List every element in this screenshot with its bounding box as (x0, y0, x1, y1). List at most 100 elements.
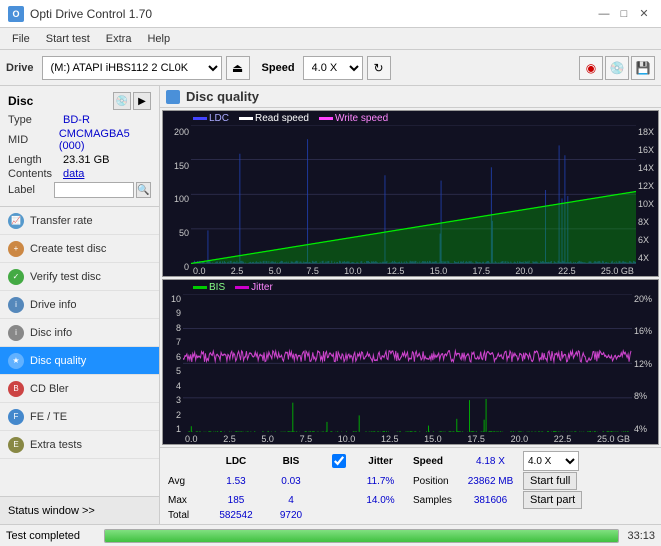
eject-button[interactable]: ⏏ (226, 56, 250, 80)
max-bis: 4 (266, 495, 316, 506)
disc-panel-title: Disc (8, 94, 33, 108)
bottom-chart-y-left: 10 9 8 7 6 5 4 3 2 1 (163, 280, 183, 445)
bottom-chart-y-right: 20% 16% 12% 8% 4% (632, 280, 658, 445)
disc-info-icon: i (8, 325, 24, 341)
status-window[interactable]: Status window >> (0, 496, 159, 524)
titlebar-left: O Opti Drive Control 1.70 (8, 6, 152, 22)
menu-start-test[interactable]: Start test (38, 31, 98, 47)
avg-ldc: 1.53 (206, 476, 266, 487)
mid-label: MID (8, 134, 59, 146)
status-text: Test completed (6, 530, 96, 542)
top-chart-x-axis: 0.0 2.5 5.0 7.5 10.0 12.5 15.0 17.5 20.0… (191, 266, 636, 276)
speed-col-header: Speed (413, 456, 458, 467)
bis-col-header: BIS (266, 456, 316, 467)
samples-val: 381606 (458, 495, 523, 506)
stats-total-row: Total 582542 9720 (168, 510, 653, 521)
content-area: Disc quality LDC Read speed (160, 86, 661, 524)
avg-jitter: 11.7% (348, 476, 413, 487)
minimize-button[interactable]: — (595, 5, 613, 23)
stats-max-row: Max 185 4 14.0% Samples 381606 Start par… (168, 491, 653, 509)
disc-quality-icon: ★ (8, 353, 24, 369)
bottom-chart: BIS Jitter 10 9 8 7 6 5 4 3 (162, 279, 659, 446)
label-button[interactable]: 🔍 (136, 182, 151, 198)
sidebar-item-disc-quality[interactable]: ★ Disc quality (0, 347, 159, 375)
speed-col-val: 4.18 X (458, 456, 523, 467)
refresh-button[interactable]: ↻ (367, 56, 391, 80)
progress-bar-container (104, 529, 619, 543)
max-label: Max (168, 495, 206, 506)
speed-select[interactable]: 4.0 X 8.0 X (303, 56, 363, 80)
drive-label: Drive (6, 62, 34, 74)
read-speed-legend-label: Read speed (255, 113, 309, 124)
bottom-bar: Test completed 33:13 (0, 524, 661, 546)
bottom-chart-x-axis: 0.0 2.5 5.0 7.5 10.0 12.5 15.0 17.5 20.0… (183, 434, 632, 444)
app-title: Opti Drive Control 1.70 (30, 7, 152, 21)
sidebar-item-fe-te[interactable]: F FE / TE (0, 403, 159, 431)
chart-header-icon (166, 90, 180, 104)
disc-info-label: Disc info (30, 327, 72, 339)
save-button[interactable]: 💾 (631, 56, 655, 80)
extra-tests-icon: E (8, 437, 24, 453)
cd-bler-icon: B (8, 381, 24, 397)
start-part-button[interactable]: Start part (523, 491, 582, 509)
top-chart: LDC Read speed Write speed 200 150 (162, 110, 659, 277)
jitter-legend-label: Jitter (251, 282, 273, 293)
sidebar-item-disc-info[interactable]: i Disc info (0, 319, 159, 347)
avg-label: Avg (168, 476, 206, 487)
transfer-rate-label: Transfer rate (30, 215, 93, 227)
avg-bis: 0.03 (266, 476, 316, 487)
chart-header: Disc quality (160, 86, 661, 108)
sidebar: Disc 💿 ▶ Type BD-R MID CMCMAGBA5 (000) L… (0, 86, 160, 524)
position-label: Position (413, 476, 458, 487)
top-chart-y-right: 18X 16X 14X 12X 10X 8X 6X 4X (636, 111, 658, 276)
mid-value: CMCMAGBA5 (000) (59, 128, 151, 152)
maximize-button[interactable]: □ (615, 5, 633, 23)
disc-button[interactable]: 💿 (605, 56, 629, 80)
length-label: Length (8, 154, 63, 166)
max-jitter: 14.0% (348, 495, 413, 506)
jitter-checkbox[interactable] (332, 454, 346, 468)
write-speed-legend-label: Write speed (335, 113, 388, 124)
length-value: 23.31 GB (63, 154, 109, 166)
verify-icon: ✓ (8, 269, 24, 285)
titlebar: O Opti Drive Control 1.70 — □ ✕ (0, 0, 661, 28)
create-test-icon: + (8, 241, 24, 257)
disc-panel: Disc 💿 ▶ Type BD-R MID CMCMAGBA5 (000) L… (0, 86, 159, 207)
sidebar-item-verify-test-disc[interactable]: ✓ Verify test disc (0, 263, 159, 291)
label-input[interactable] (54, 182, 134, 198)
verify-label: Verify test disc (30, 271, 101, 283)
app-icon: O (8, 6, 24, 22)
sidebar-item-create-test-disc[interactable]: + Create test disc (0, 235, 159, 263)
menu-file[interactable]: File (4, 31, 38, 47)
speed-mode-select[interactable]: 4.0 X (523, 451, 579, 471)
progress-bar-fill (105, 530, 618, 542)
samples-label: Samples (413, 495, 458, 506)
type-label: Type (8, 114, 63, 126)
disc-icon-btn1[interactable]: 💿 (113, 92, 131, 110)
chart-title: Disc quality (186, 89, 259, 104)
menu-help[interactable]: Help (139, 31, 178, 47)
sidebar-item-transfer-rate[interactable]: 📈 Transfer rate (0, 207, 159, 235)
extra-tests-label: Extra tests (30, 439, 82, 451)
bottom-chart-svg (183, 294, 632, 433)
fe-te-icon: F (8, 409, 24, 425)
sidebar-item-drive-info[interactable]: i Drive info (0, 291, 159, 319)
disc-quality-label: Disc quality (30, 355, 86, 367)
close-button[interactable]: ✕ (635, 5, 653, 23)
drive-select[interactable]: (M:) ATAPI iHBS112 2 CL0K (42, 56, 222, 80)
contents-value[interactable]: data (63, 168, 84, 180)
start-full-button[interactable]: Start full (523, 472, 577, 490)
max-ldc: 185 (206, 495, 266, 506)
stats-panel: LDC BIS Jitter Speed 4.18 X 4.0 X Avg 1.… (160, 447, 661, 524)
sidebar-item-extra-tests[interactable]: E Extra tests (0, 431, 159, 459)
color-button[interactable]: ◉ (579, 56, 603, 80)
nav-list: 📈 Transfer rate + Create test disc ✓ Ver… (0, 207, 159, 459)
fe-te-label: FE / TE (30, 411, 67, 423)
position-val: 23862 MB (458, 476, 523, 487)
type-value: BD-R (63, 114, 90, 126)
menu-extra[interactable]: Extra (98, 31, 140, 47)
stats-header-row: LDC BIS Jitter Speed 4.18 X 4.0 X (168, 451, 653, 471)
top-chart-y-left: 200 150 100 50 0 (163, 111, 191, 276)
sidebar-item-cd-bler[interactable]: B CD Bler (0, 375, 159, 403)
disc-icon-btn2[interactable]: ▶ (133, 92, 151, 110)
